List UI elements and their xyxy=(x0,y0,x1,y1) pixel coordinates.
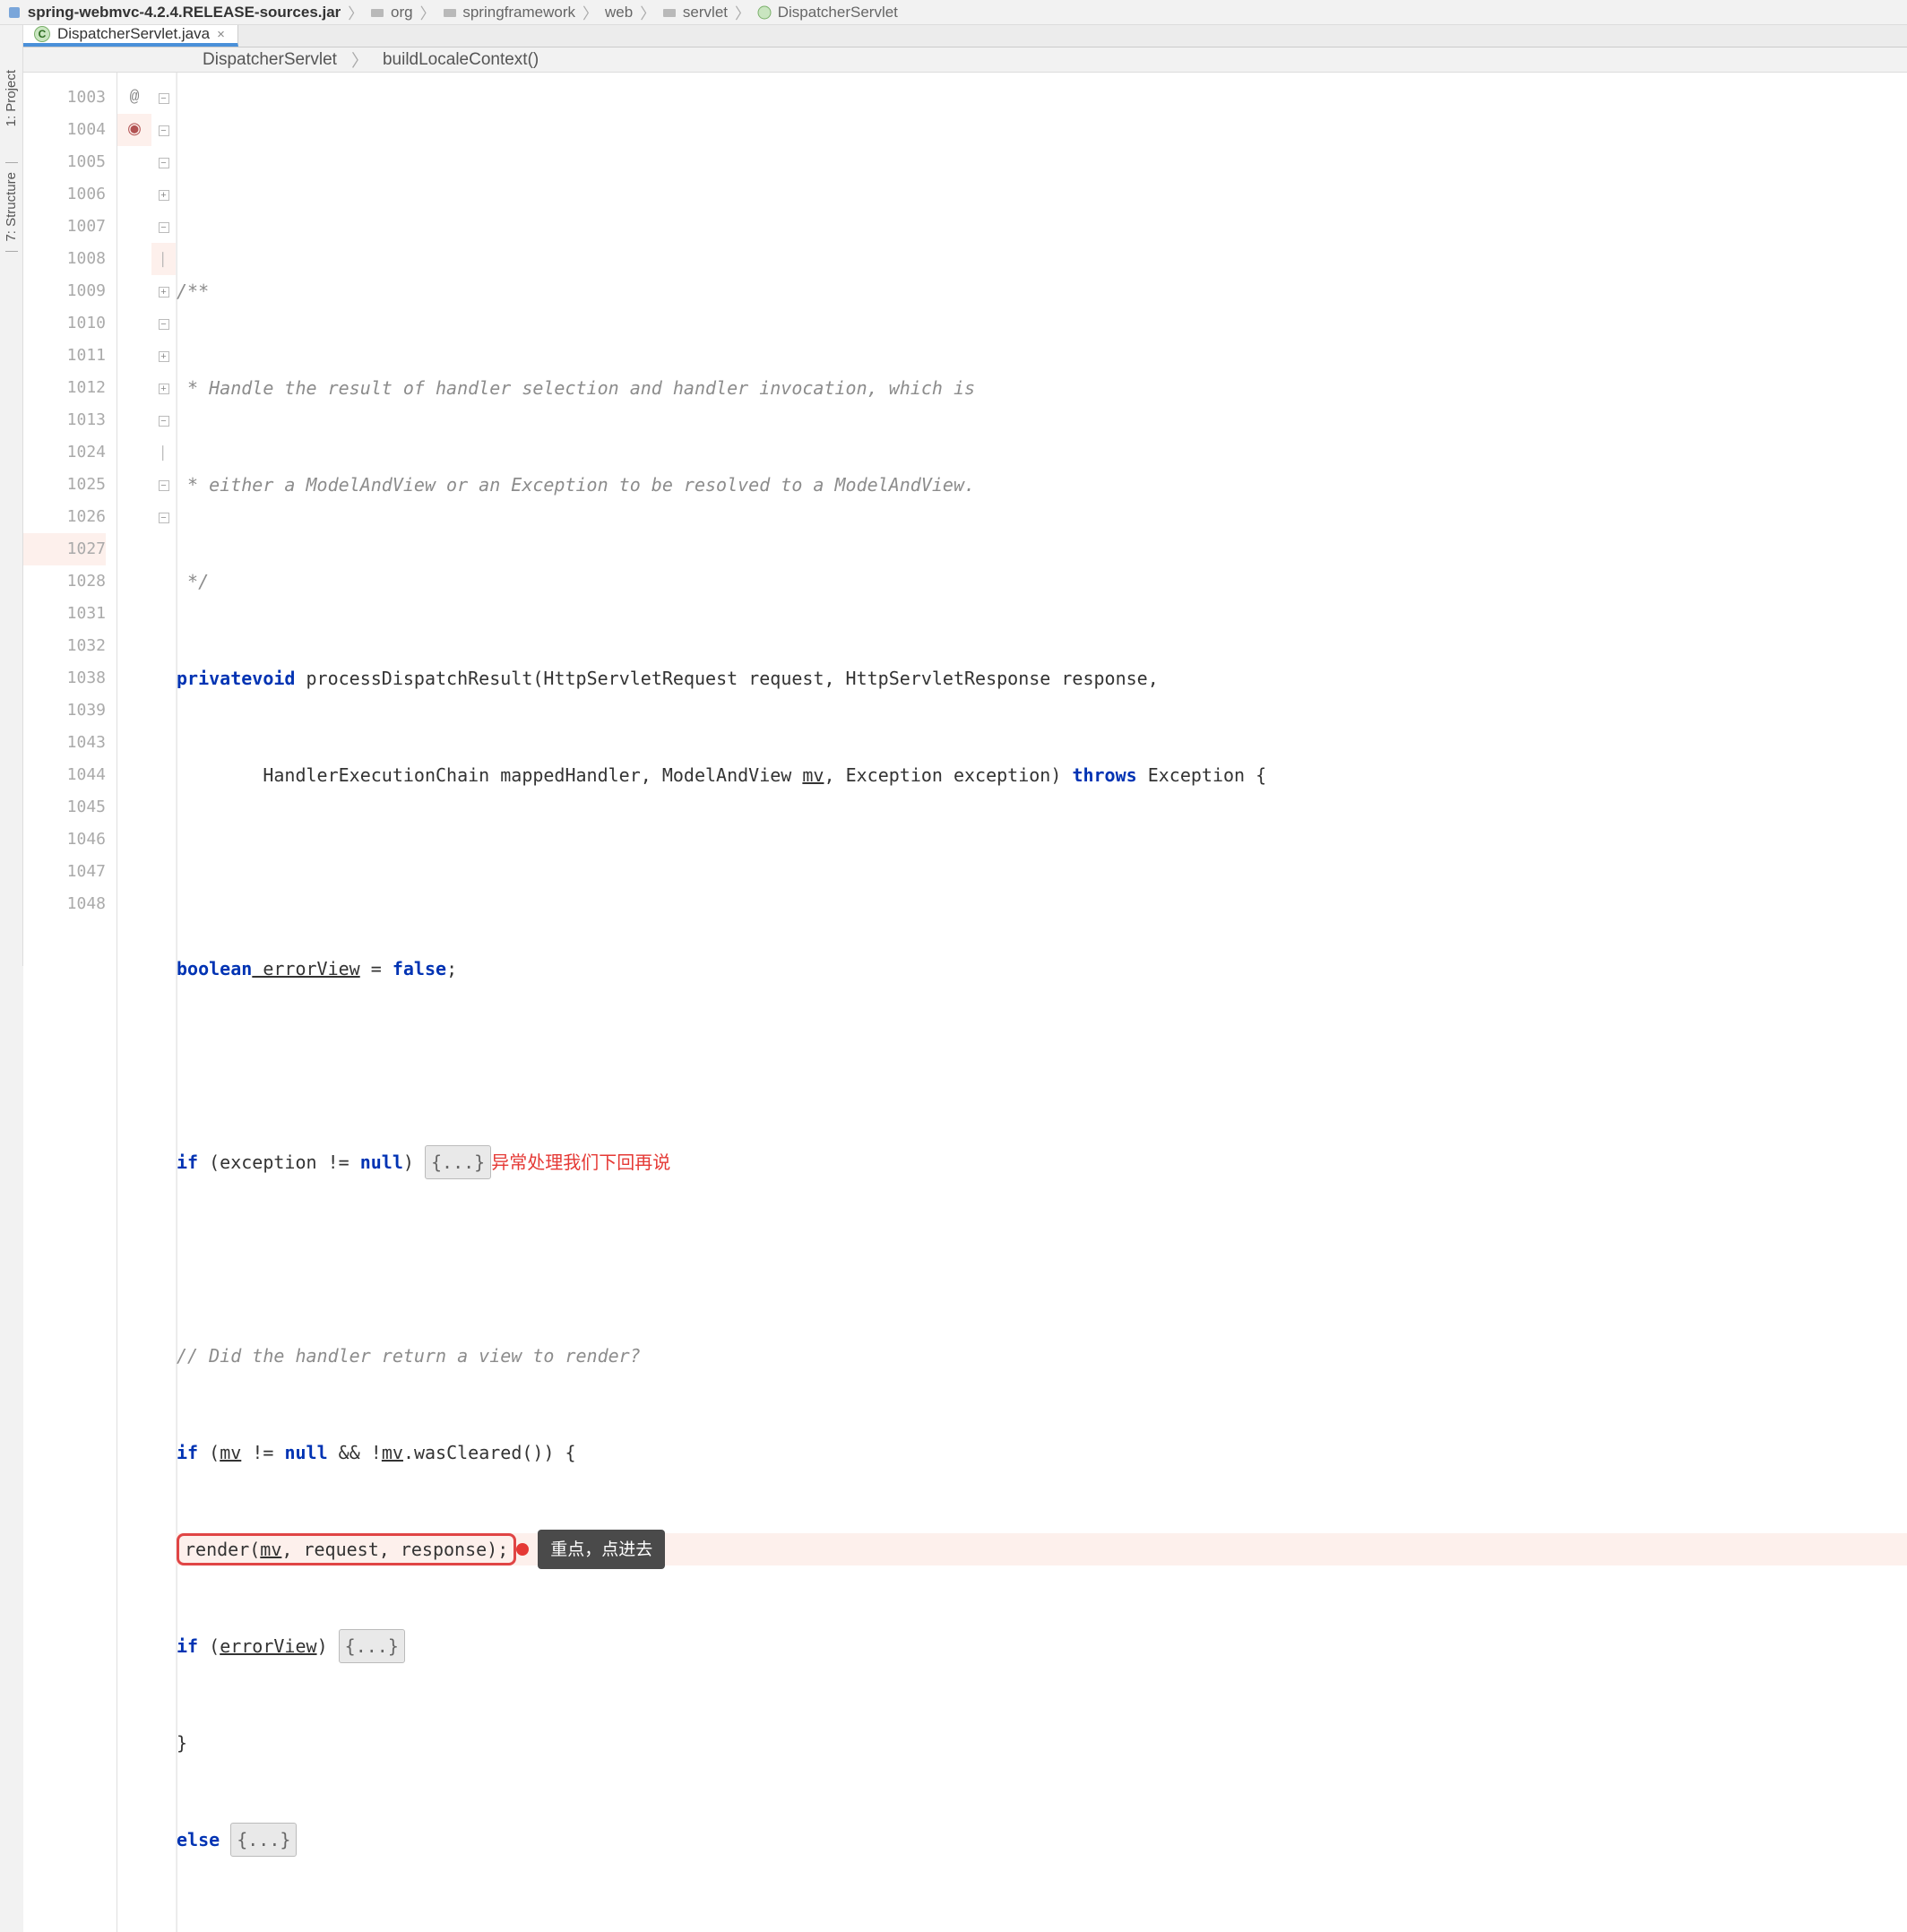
breadcrumb-label: web xyxy=(605,4,633,21)
breadcrumb-item[interactable]: servlet xyxy=(662,4,728,22)
file-tab[interactable]: C DispatcherServlet.java × xyxy=(23,25,238,47)
structure-tool-button[interactable]: 7: Structure xyxy=(4,172,19,242)
folder-icon xyxy=(662,5,677,20)
jar-icon xyxy=(7,5,22,20)
fold-toggle[interactable]: − xyxy=(159,222,169,233)
breadcrumb-label: org xyxy=(391,4,413,21)
line-number-gutter: 10031004 10051006 10071008 10091010 1011… xyxy=(23,73,117,1932)
file-tab-label: DispatcherServlet.java xyxy=(57,25,210,43)
editor-breadcrumb: DispatcherServlet 〉 buildLocaleContext() xyxy=(23,47,1907,73)
fold-toggle[interactable]: − xyxy=(159,319,169,330)
fold-toggle[interactable]: − xyxy=(159,93,169,104)
override-marker-icon[interactable]: @ xyxy=(117,82,151,114)
breadcrumb-item[interactable]: org xyxy=(370,4,412,22)
highlight-box: render(mv, request, response); xyxy=(177,1533,516,1565)
breadcrumb-label: springframework xyxy=(462,4,575,21)
fold-toggle[interactable]: − xyxy=(159,125,169,136)
folded-block[interactable]: {...} xyxy=(230,1823,297,1857)
breakpoint-icon[interactable]: ◉ xyxy=(117,114,151,146)
fold-toggle[interactable]: − xyxy=(159,416,169,427)
fold-toggle[interactable]: + xyxy=(159,351,169,362)
fold-toggle[interactable]: − xyxy=(159,480,169,491)
dot-icon xyxy=(516,1543,529,1556)
tool-divider-icon xyxy=(5,162,18,163)
project-tool-button[interactable]: 1: Project xyxy=(4,70,19,126)
breadcrumb-label: servlet xyxy=(683,4,728,21)
class-icon: C xyxy=(34,26,50,42)
annotation-text: 异常处理我们下回再说 xyxy=(491,1146,670,1178)
close-icon[interactable]: × xyxy=(217,27,225,42)
folder-icon xyxy=(370,5,384,20)
code-editor[interactable]: 10031004 10051006 10071008 10091010 1011… xyxy=(23,73,1907,1932)
folder-icon xyxy=(443,5,457,20)
breadcrumb-item[interactable]: DispatcherServlet xyxy=(757,4,898,22)
fold-toggle[interactable]: + xyxy=(159,190,169,201)
breadcrumb-label: DispatcherServlet xyxy=(778,4,898,21)
fold-gutter: − − − + − │ + − + + − │ − − xyxy=(151,73,177,1932)
top-breadcrumb: spring-webmvc-4.2.4.RELEASE-sources.jar … xyxy=(0,0,1907,25)
breadcrumb-item[interactable]: springframework xyxy=(443,4,575,22)
editor-bc-method[interactable]: buildLocaleContext() xyxy=(383,50,539,70)
marker-gutter: @ ◉ xyxy=(117,73,151,1932)
fold-toggle[interactable]: + xyxy=(159,384,169,394)
breadcrumb-item[interactable]: web xyxy=(605,4,633,22)
editor-tabs: C DispatcherServlet.java × xyxy=(23,25,1907,47)
fold-toggle[interactable]: − xyxy=(159,158,169,168)
annotation-tooltip: 重点，点进去 xyxy=(516,1530,665,1569)
folded-block[interactable]: {...} xyxy=(425,1145,491,1179)
breadcrumb-label: spring-webmvc-4.2.4.RELEASE-sources.jar xyxy=(28,4,341,21)
fold-toggle[interactable]: − xyxy=(159,513,169,523)
editor-bc-class[interactable]: DispatcherServlet xyxy=(203,50,337,70)
class-icon xyxy=(757,5,772,20)
fold-toggle[interactable]: + xyxy=(159,287,169,298)
code-area[interactable]: /** * Handle the result of handler selec… xyxy=(177,73,1907,1932)
tool-divider-icon xyxy=(5,251,18,252)
folded-block[interactable]: {...} xyxy=(339,1629,405,1663)
tool-window-bar: 1: Project 7: Structure xyxy=(0,25,23,966)
breadcrumb-item[interactable]: spring-webmvc-4.2.4.RELEASE-sources.jar xyxy=(7,4,341,22)
